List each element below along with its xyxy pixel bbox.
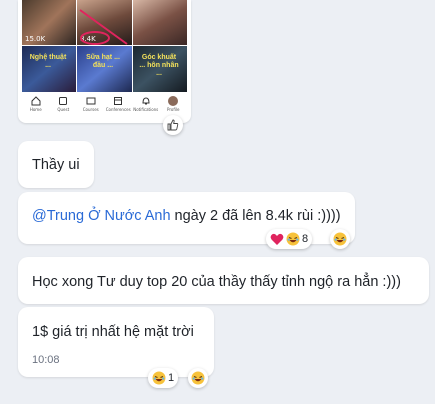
thumbs-up-icon [167,119,179,131]
thumbs-up-reaction-button[interactable] [163,115,183,135]
video-thumbnail[interactable]: 15.0K [22,0,76,45]
video-thumbnail[interactable]: Nghệ thuật ... [22,46,76,92]
home-icon [31,96,41,106]
message-text: 1$ giá trị nhất hệ mặt trời [32,324,194,340]
add-reaction-button[interactable] [330,229,350,249]
conferences-icon [114,97,123,105]
message-text: Học xong Tư duy top 20 của thầy thấy tỉn… [32,274,401,290]
tab-label: Conferences [105,107,131,112]
tab-label: Quest [57,107,70,112]
video-caption: Nghệ thuật ... [29,54,67,69]
laughing-emoji-icon [333,232,347,246]
laughing-emoji-icon [286,232,300,246]
tab-label: Home [29,107,42,112]
video-thumbnail[interactable]: 8.4K [77,0,132,45]
tab-conferences[interactable]: Conferences [106,96,131,112]
video-caption: Sữa hạt ... đầu ... [86,54,120,69]
video-thumbnail[interactable]: Góc khuất ... hôn nhân ... [133,46,187,92]
message-text: Thầy ui [32,157,80,173]
reaction-summary[interactable]: 1 [148,368,179,388]
message-bubble[interactable]: Học xong Tư duy top 20 của thầy thấy tỉn… [18,257,429,304]
tab-notifications[interactable]: Notifications [133,96,158,112]
reaction-summary[interactable]: 8 [266,229,313,249]
tab-label: Profile [167,107,180,112]
reaction-count: 1 [168,372,175,384]
quest-icon [59,97,68,105]
tab-profile[interactable]: Profile [161,96,186,112]
video-thumbnail[interactable] [133,0,187,45]
tab-home[interactable]: Home [23,96,48,112]
courses-icon [86,97,96,105]
message-timestamp: 10:08 [32,354,60,366]
tab-quest[interactable]: Quest [51,96,76,112]
message-bubble[interactable]: Thầy ui [18,141,94,188]
video-thumbnail-grid: 15.0K 8.4K Nghệ thuật ... Sữa hạt ... đầ… [22,0,187,92]
view-count: 15.0K [25,35,46,43]
message-content: @Trung Ở Nước Anh ngày 2 đã lên 8.4k rùi… [32,207,341,225]
tab-courses[interactable]: Courses [78,96,103,112]
reaction-count: 8 [302,233,309,245]
heart-icon [270,233,284,245]
message-bubble[interactable]: 1$ giá trị nhất hệ mặt trời 10:08 [18,307,214,377]
app-tab-bar: Home Quest Courses Conferences Notificat… [22,92,187,121]
tab-label: Notifications [133,107,159,112]
video-thumbnail[interactable]: Sữa hạt ... đầu ... [77,46,132,92]
message-text: ngày 2 đã lên 8.4k rùi :)))) [170,208,341,224]
add-reaction-button[interactable] [188,368,208,388]
avatar [168,96,179,106]
bell-icon [142,97,150,105]
red-circle-annotation [79,9,128,45]
shared-screenshot-card[interactable]: 15.0K 8.4K Nghệ thuật ... Sữa hạt ... đầ… [18,0,191,123]
video-caption: Góc khuất ... hôn nhân ... [139,54,179,77]
laughing-emoji-icon [191,371,205,385]
laughing-emoji-icon [152,371,166,385]
tab-label: Courses [82,107,99,112]
user-mention[interactable]: @Trung Ở Nước Anh [32,208,171,224]
